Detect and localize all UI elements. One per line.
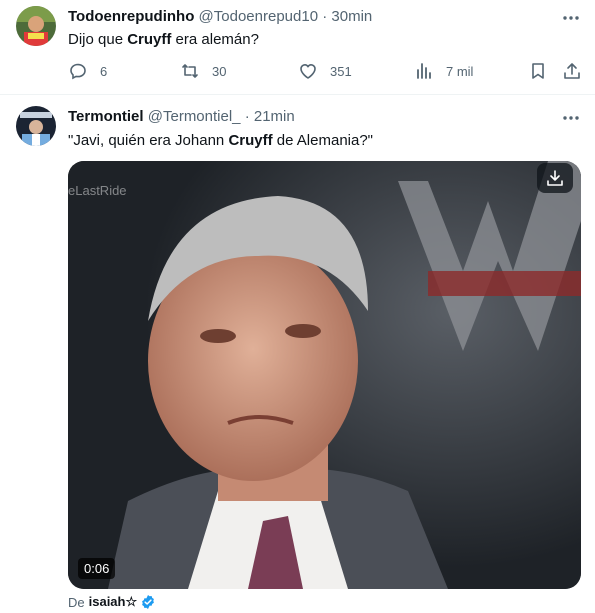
bookmark-icon (532, 63, 544, 79)
tweet-text: "Javi, quién era Johann Cruyff de Aleman… (68, 132, 373, 149)
like-icon (300, 64, 316, 79)
tweet-text-before: Dijo que (68, 31, 128, 48)
tweet-text: Dijo que Cruyff era alemán? (68, 31, 259, 48)
media-source-name[interactable]: isaiah☆ (89, 594, 138, 610)
reply-count: 6 (100, 63, 108, 79)
author-name[interactable]: Termontiel (68, 108, 144, 125)
tweet-termontiel[interactable]: Termontiel @Termontiel_ · 21min "Javi, q… (0, 95, 595, 613)
repost-icon (182, 64, 198, 78)
media-source: De isaiah☆ (68, 594, 156, 610)
tweet-text-keyword: Cruyff (127, 31, 172, 48)
more-icon[interactable] (561, 8, 581, 28)
separator: · (322, 8, 328, 25)
tweet-header: Termontiel @Termontiel_ · 21min (68, 108, 295, 125)
bookmark-button[interactable] (528, 58, 548, 84)
video-watermark: eLastRide (68, 183, 127, 198)
avatar[interactable] (16, 106, 56, 146)
media-source-prefix: De (68, 594, 85, 610)
video-frame (68, 161, 581, 589)
action-bar: 6 30 351 7 mil (60, 58, 587, 84)
tweet-text-before: "Javi, quién era Johann (68, 132, 229, 149)
like-count: 351 (330, 63, 352, 79)
timestamp[interactable]: 30min (331, 8, 372, 25)
author-handle[interactable]: @Termontiel_ (148, 108, 241, 125)
more-icon[interactable] (561, 108, 581, 128)
views-button[interactable]: 7 mil (414, 58, 473, 84)
avatar[interactable] (16, 6, 56, 46)
download-icon (547, 170, 563, 186)
views-icon (417, 63, 431, 79)
separator: · (244, 108, 250, 125)
like-button[interactable]: 351 (298, 58, 352, 84)
repost-count: 30 (212, 63, 227, 79)
repost-button[interactable]: 30 (180, 58, 226, 84)
tweet-todoenrepudinho[interactable]: Todoenrepudinho @Todoenrepud10 · 30min D… (0, 0, 595, 95)
share-button[interactable] (562, 58, 582, 84)
tweet-text-after: de Alemania?" (272, 132, 374, 149)
tweet-text-after: era alemán? (171, 31, 259, 48)
video-player[interactable]: eLastRide 0:06 (68, 161, 581, 589)
view-count: 7 mil (446, 63, 474, 79)
download-button[interactable] (537, 163, 573, 193)
timestamp[interactable]: 21min (254, 108, 295, 125)
video-duration: 0:06 (78, 558, 116, 579)
reply-button[interactable]: 6 (68, 58, 107, 84)
share-icon (564, 63, 580, 79)
tweet-header: Todoenrepudinho @Todoenrepud10 · 30min (68, 8, 372, 25)
author-name[interactable]: Todoenrepudinho (68, 8, 194, 25)
reply-icon (70, 63, 86, 80)
author-handle[interactable]: @Todoenrepud10 (199, 8, 319, 25)
tweet-text-keyword: Cruyff (228, 132, 273, 149)
verified-icon (142, 595, 155, 609)
